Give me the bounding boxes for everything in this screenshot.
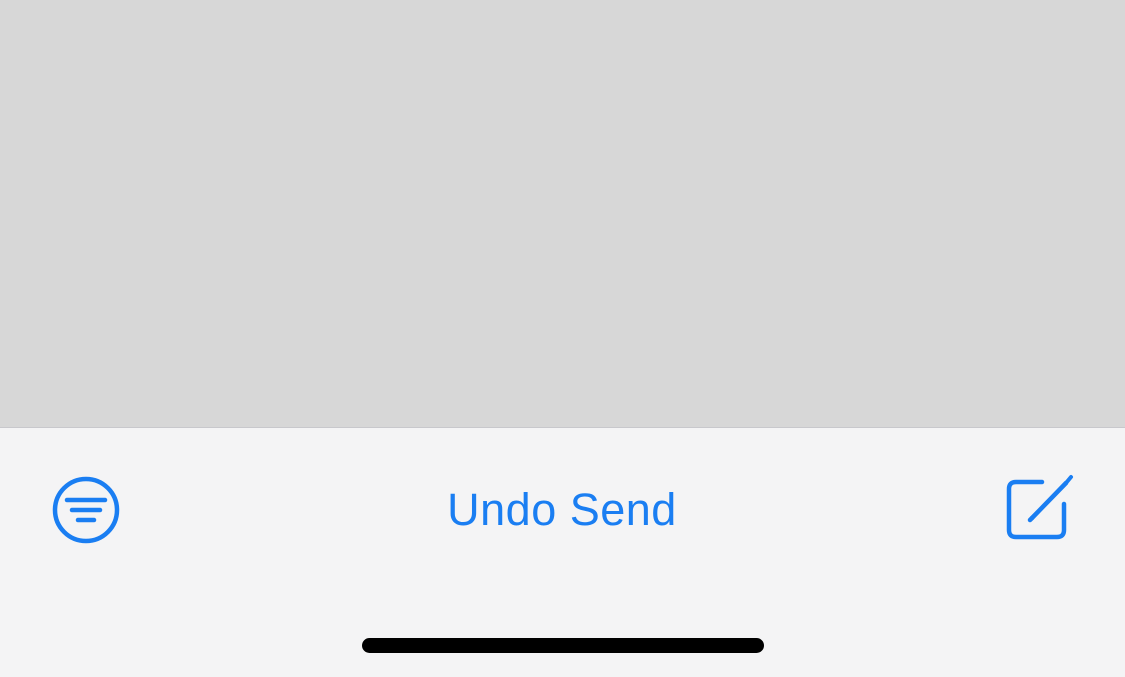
filter-circle-icon	[52, 476, 120, 544]
mail-screen: Undo Send	[0, 0, 1125, 677]
filter-button[interactable]	[52, 476, 120, 544]
compose-icon	[1006, 475, 1073, 540]
message-content-area	[0, 0, 1125, 427]
undo-send-button[interactable]: Undo Send	[362, 478, 762, 542]
undo-send-label: Undo Send	[447, 484, 677, 535]
compose-button[interactable]	[1004, 472, 1076, 542]
home-indicator[interactable]	[362, 638, 764, 653]
